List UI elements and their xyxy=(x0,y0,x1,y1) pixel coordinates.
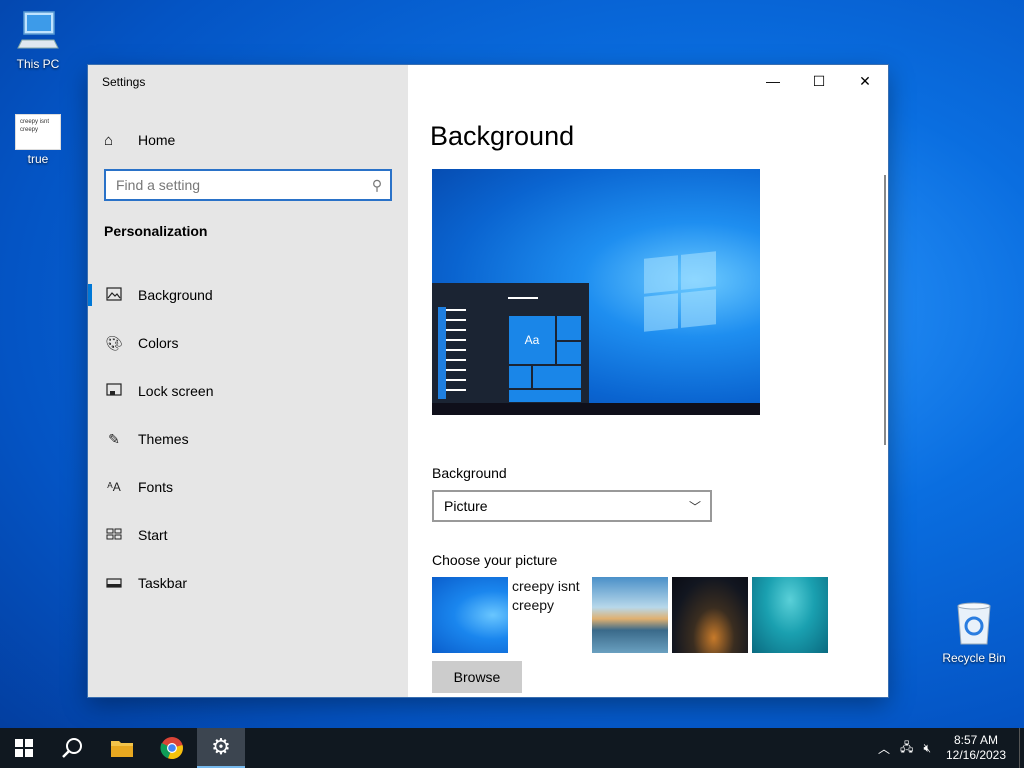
home-icon: ⌂ xyxy=(104,131,114,149)
windows-start-icon xyxy=(15,739,33,757)
sidebar-item-label: Lock screen xyxy=(138,383,214,399)
clock[interactable]: 8:57 AM 12/16/2023 xyxy=(941,733,1011,763)
minimize-icon: — xyxy=(766,73,780,89)
close-icon: ✕ xyxy=(859,72,871,89)
picture-thumb-1[interactable] xyxy=(432,577,508,653)
sidebar-item-start[interactable]: Start xyxy=(88,511,408,559)
true-file-desktop-icon[interactable]: creepy isnt creepy true xyxy=(0,114,76,166)
taskbar-icon xyxy=(104,575,124,591)
sidebar-item-label: Fonts xyxy=(138,479,174,495)
picture-thumb-5[interactable] xyxy=(752,577,828,653)
section-heading: Personalization xyxy=(104,223,208,239)
choose-picture-label: Choose your picture xyxy=(432,552,558,568)
scrollbar[interactable] xyxy=(884,175,886,445)
sidebar-item-colors[interactable]: 🎨︎ Colors xyxy=(88,319,408,367)
computer-icon xyxy=(17,11,59,49)
nav-list: Background 🎨︎ Colors Lock screen ✎ Theme… xyxy=(88,271,408,607)
sidebar-item-label: Themes xyxy=(138,431,189,447)
picture-thumb-3[interactable] xyxy=(592,577,668,653)
lock-screen-icon xyxy=(104,382,124,400)
maximize-button[interactable]: ☐ xyxy=(796,65,842,97)
recycle-bin-icon xyxy=(957,602,991,645)
background-dropdown-value: Picture xyxy=(444,498,488,514)
recycle-bin-desktop-icon[interactable]: Recycle Bin xyxy=(936,600,1012,665)
sidebar-item-label: Colors xyxy=(138,335,179,351)
chrome-icon xyxy=(160,737,183,760)
this-pc-desktop-icon[interactable]: This PC xyxy=(0,8,76,71)
clock-time: 8:57 AM xyxy=(953,733,999,747)
chrome-button[interactable] xyxy=(148,728,196,768)
background-preview: Aa xyxy=(432,169,760,415)
taskbar-preview xyxy=(432,403,760,415)
window-title: Settings xyxy=(102,75,146,89)
sidebar: Settings ⌂ Home ⚲ Personalization Backgr… xyxy=(88,65,408,697)
minimize-button[interactable]: — xyxy=(750,65,796,97)
background-dropdown[interactable]: Picture ﹀ xyxy=(432,490,712,522)
start-icon xyxy=(104,527,124,543)
maximize-icon: ☐ xyxy=(812,72,826,89)
note-thumbnail: creepy isnt creepy xyxy=(15,114,61,150)
this-pc-label: This PC xyxy=(16,57,60,71)
page-title: Background xyxy=(430,121,575,151)
search-icon xyxy=(62,738,82,758)
sidebar-item-taskbar[interactable]: Taskbar xyxy=(88,559,408,607)
search-box[interactable]: ⚲ xyxy=(104,169,392,201)
start-button[interactable] xyxy=(0,728,48,768)
taskbar-search-button[interactable] xyxy=(48,728,96,768)
picture-icon xyxy=(104,286,124,304)
close-button[interactable]: ✕ xyxy=(842,65,888,97)
home-nav-item[interactable]: ⌂ Home xyxy=(104,129,175,151)
start-menu-preview: Aa xyxy=(432,283,589,403)
sidebar-item-themes[interactable]: ✎ Themes xyxy=(88,415,408,463)
fonts-icon: ᴬA xyxy=(107,480,121,494)
gear-icon: ⚙ xyxy=(211,734,231,759)
sidebar-item-label: Background xyxy=(138,287,213,303)
chevron-down-icon: ﹀ xyxy=(688,499,701,514)
file-explorer-button[interactable] xyxy=(98,728,146,768)
show-desktop-button[interactable] xyxy=(1019,728,1024,768)
chevron-up-icon[interactable]: ︿ xyxy=(878,740,890,757)
sidebar-item-label: Taskbar xyxy=(138,575,188,591)
palette-icon: 🎨︎ xyxy=(105,334,123,351)
picture-gallery: creepy isnt creepy xyxy=(432,577,832,653)
background-label: Background xyxy=(432,465,507,481)
sidebar-item-background[interactable]: Background xyxy=(88,271,408,319)
clock-date: 12/16/2023 xyxy=(945,748,1007,762)
system-tray: ︿ 🖧︎ 🔇︎ 8:57 AM 12/16/2023 xyxy=(878,728,1024,768)
home-label: Home xyxy=(138,132,176,148)
browse-button[interactable]: Browse xyxy=(432,661,522,693)
search-input[interactable] xyxy=(106,171,364,199)
preview-tile: Aa xyxy=(508,315,556,365)
settings-taskbar-button[interactable]: ⚙ xyxy=(197,728,245,768)
network-icon[interactable]: 🖧︎ xyxy=(900,738,913,759)
volume-muted-icon[interactable]: 🔇︎ xyxy=(923,741,931,756)
true-file-label: true xyxy=(27,152,49,166)
settings-window: Settings ⌂ Home ⚲ Personalization Backgr… xyxy=(88,65,888,697)
picture-thumb-4[interactable] xyxy=(672,577,748,653)
taskbar: ⚙ ︿ 🖧︎ 🔇︎ 8:57 AM 12/16/2023 xyxy=(0,728,1024,768)
windows-logo-icon xyxy=(644,251,716,333)
themes-icon: ✎ xyxy=(108,430,120,447)
sidebar-item-lock-screen[interactable]: Lock screen xyxy=(88,367,408,415)
sidebar-item-fonts[interactable]: ᴬA Fonts xyxy=(88,463,408,511)
recycle-bin-label: Recycle Bin xyxy=(942,651,1006,665)
search-icon[interactable]: ⚲ xyxy=(364,177,390,194)
folder-icon xyxy=(111,741,133,757)
picture-thumb-2[interactable]: creepy isnt creepy xyxy=(512,577,588,653)
sidebar-item-label: Start xyxy=(138,527,168,543)
